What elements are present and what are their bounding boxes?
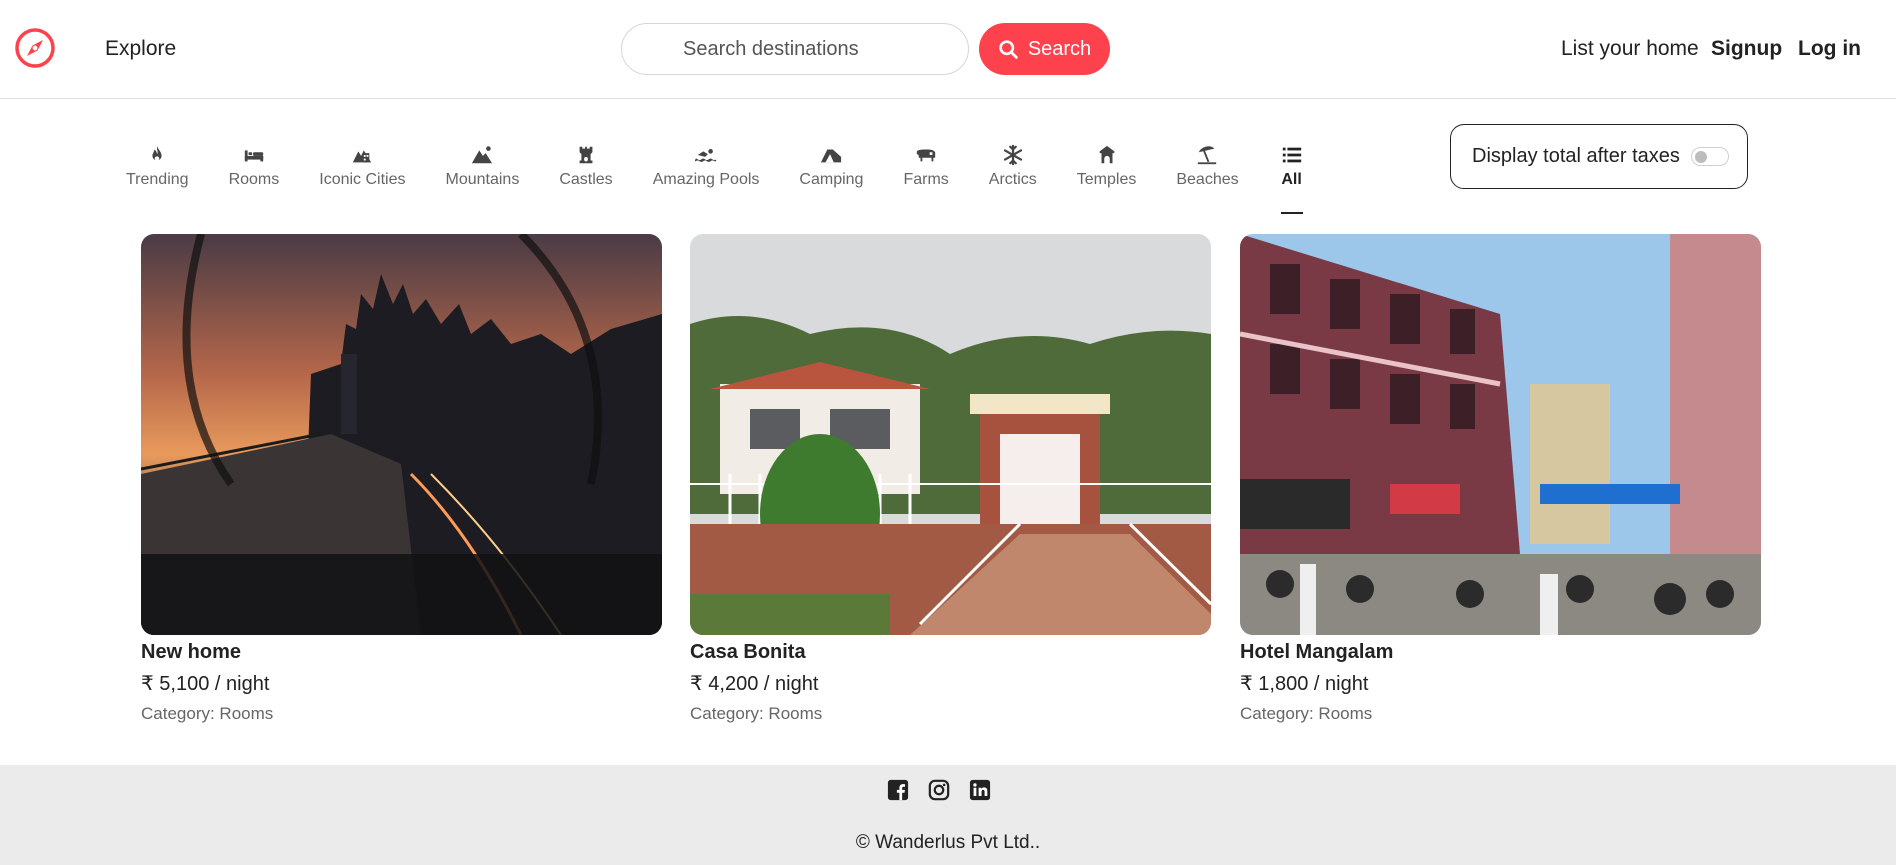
filter-farms[interactable]: Farms xyxy=(903,142,949,222)
campground-icon xyxy=(818,142,844,168)
tax-toggle-box: Display total after taxes xyxy=(1450,124,1748,189)
filter-label: Amazing Pools xyxy=(652,171,760,188)
filter-temples[interactable]: Temples xyxy=(1076,142,1137,222)
listing-category: Category: Rooms xyxy=(690,704,823,723)
copyright-text: © Wanderlus Pvt Ltd.. xyxy=(855,832,1041,853)
mountain-icon xyxy=(469,142,495,168)
filter-arctics[interactable]: Arctics xyxy=(989,142,1037,222)
tax-toggle-switch[interactable] xyxy=(1691,147,1729,166)
filter-iconic-cities[interactable]: Iconic Cities xyxy=(319,142,406,222)
search-button[interactable]: Search xyxy=(979,23,1110,75)
signup-link[interactable]: Signup xyxy=(1711,37,1782,61)
search-input[interactable] xyxy=(621,23,969,75)
login-link[interactable]: Log in xyxy=(1798,37,1861,61)
search-button-label: Search xyxy=(1027,37,1092,60)
listing-card[interactable]: New home ₹ 5,100 / night Category: Rooms xyxy=(141,234,662,724)
listing-card[interactable]: Casa Bonita ₹ 4,200 / night Category: Ro… xyxy=(690,234,1211,724)
filter-label: Beaches xyxy=(1176,171,1239,188)
snowflake-icon xyxy=(1000,142,1026,168)
filter-label: Farms xyxy=(903,171,949,188)
swimmer-icon xyxy=(693,142,719,168)
filter-camping[interactable]: Camping xyxy=(799,142,863,222)
compass-logo-icon[interactable] xyxy=(14,27,56,69)
filter-beaches[interactable]: Beaches xyxy=(1176,142,1239,222)
listing-title: Hotel Mangalam xyxy=(1240,641,1394,663)
filter-trending[interactable]: Trending xyxy=(126,142,189,222)
filter-mountains[interactable]: Mountains xyxy=(445,142,520,222)
temple-icon xyxy=(1094,142,1120,168)
filter-amazing-pools[interactable]: Amazing Pools xyxy=(652,142,760,222)
cow-icon xyxy=(913,142,939,168)
listing-price: ₹ 5,100 / night xyxy=(141,673,270,695)
filter-rooms[interactable]: Rooms xyxy=(228,142,280,222)
list-icon xyxy=(1279,142,1305,168)
listing-image-hotel-mangalam[interactable] xyxy=(1240,234,1761,635)
city-icon xyxy=(349,142,375,168)
filter-castles[interactable]: Castles xyxy=(559,142,613,222)
filter-label: Rooms xyxy=(228,171,280,188)
filter-label: Trending xyxy=(126,171,189,188)
filter-all[interactable]: All xyxy=(1279,142,1305,222)
listing-title: Casa Bonita xyxy=(690,641,806,663)
linkedin-icon[interactable] xyxy=(969,779,991,801)
listing-category: Category: Rooms xyxy=(1240,704,1373,723)
filter-label: Arctics xyxy=(988,171,1037,188)
switch-knob xyxy=(1695,151,1707,163)
filter-label: Camping xyxy=(799,171,864,188)
bed-icon xyxy=(241,142,267,168)
navbar: Explore Search List your home Signup Log… xyxy=(0,0,1896,99)
listing-price: ₹ 4,200 / night xyxy=(690,673,819,695)
filter-label: All xyxy=(1281,171,1302,188)
social-links xyxy=(887,779,991,801)
fire-icon xyxy=(144,142,170,168)
filter-label: Castles xyxy=(559,171,613,188)
search-icon xyxy=(999,39,1018,59)
list-your-home-link[interactable]: List your home xyxy=(1561,37,1699,61)
filter-label: Mountains xyxy=(445,171,520,188)
castle-icon xyxy=(573,142,599,168)
instagram-icon[interactable] xyxy=(928,779,950,801)
footer: © Wanderlus Pvt Ltd.. xyxy=(0,765,1896,865)
category-filters: Trending Rooms Iconic Cities Mountains C… xyxy=(126,142,1345,222)
listing-category: Category: Rooms xyxy=(141,704,274,723)
filter-label: Iconic Cities xyxy=(319,171,406,188)
umbrella-beach-icon xyxy=(1194,142,1220,168)
filter-label: Temples xyxy=(1076,171,1137,188)
explore-link[interactable]: Explore xyxy=(105,37,176,61)
listing-price: ₹ 1,800 / night xyxy=(1240,673,1369,695)
facebook-icon[interactable] xyxy=(887,779,909,801)
listing-card[interactable]: Hotel Mangalam ₹ 1,800 / night Category:… xyxy=(1240,234,1761,724)
tax-toggle-label: Display total after taxes xyxy=(1472,145,1680,167)
listing-image-casa-bonita[interactable] xyxy=(690,234,1211,635)
listing-image-city-skyline[interactable] xyxy=(141,234,662,635)
listing-title: New home xyxy=(141,641,242,663)
